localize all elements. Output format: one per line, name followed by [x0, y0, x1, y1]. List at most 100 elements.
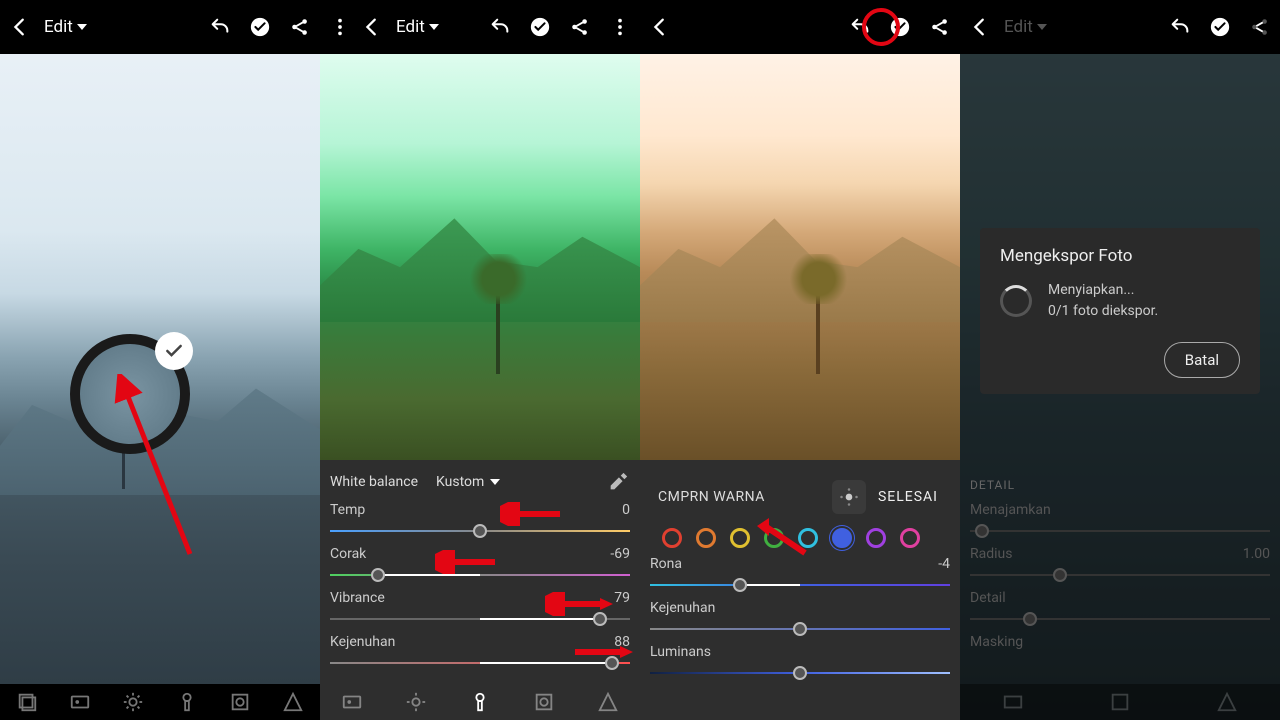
color-chip[interactable] — [866, 528, 886, 548]
color-tool-icon[interactable] — [176, 691, 198, 713]
slider-value: 1.00 — [1243, 546, 1270, 562]
presets-tool-icon — [1002, 691, 1024, 713]
slider-track[interactable] — [330, 522, 630, 540]
slider-label: Kejenuhan — [650, 600, 715, 616]
toolbar: Edit — [0, 0, 320, 54]
color-chip-row — [650, 524, 950, 556]
share-icon — [1248, 15, 1272, 39]
slider-value: 0 — [622, 502, 630, 518]
slider-track[interactable] — [650, 620, 950, 638]
chevron-down-icon — [429, 24, 439, 30]
slider-track — [970, 610, 1270, 628]
share-icon[interactable] — [568, 15, 592, 39]
color-chip[interactable] — [662, 528, 682, 548]
photo-preview[interactable] — [640, 54, 960, 460]
toolbar — [640, 0, 960, 54]
done-button[interactable]: SELESAI — [874, 489, 942, 505]
chevron-down-icon — [490, 479, 500, 485]
slider-track[interactable] — [330, 566, 630, 584]
edit-menu[interactable]: Edit — [40, 17, 91, 37]
more-icon[interactable] — [608, 15, 632, 39]
export-status: Menyiapkan... — [1048, 280, 1158, 301]
slider-track[interactable] — [650, 664, 950, 682]
presets-tool-icon[interactable] — [69, 691, 91, 713]
edit-menu[interactable]: Edit — [392, 17, 443, 37]
color-chip[interactable] — [798, 528, 818, 548]
share-icon[interactable] — [928, 15, 952, 39]
photo-preview[interactable] — [0, 54, 320, 684]
detail-tool-icon[interactable] — [597, 691, 619, 713]
slider-label: Corak — [330, 546, 366, 562]
color-chip[interactable] — [730, 528, 750, 548]
slider-value: -4 — [938, 556, 950, 572]
back-icon[interactable] — [648, 15, 672, 39]
color-panel: White balance Kustom Temp0 Corak-69 Vibr… — [320, 460, 640, 720]
effects-tool-icon[interactable] — [229, 691, 251, 713]
slider-masking: Masking — [970, 634, 1270, 650]
geometry-tool-icon — [1216, 691, 1238, 713]
confirm-icon[interactable] — [248, 15, 272, 39]
slider-label: Menajamkan — [970, 502, 1051, 518]
color-tool-icon[interactable] — [469, 691, 491, 713]
slider-tint: Corak-69 — [330, 546, 630, 584]
detail-tool-icon[interactable] — [282, 691, 304, 713]
undo-icon[interactable] — [488, 15, 512, 39]
pane-1: Edit — [0, 0, 320, 720]
tool-strip — [960, 684, 1280, 720]
slider-track — [970, 522, 1270, 540]
slider-detail: Detail — [970, 590, 1270, 628]
toolbar: Edit — [960, 0, 1280, 54]
slider-saturation: Kejenuhan 88 — [330, 634, 630, 672]
targeted-adjust-button[interactable] — [832, 480, 866, 514]
slider-value: 88 — [614, 634, 630, 650]
back-icon[interactable] — [360, 15, 384, 39]
slider-track[interactable] — [330, 654, 630, 672]
presets-tool-icon[interactable] — [341, 691, 363, 713]
more-icon[interactable] — [328, 15, 352, 39]
confirm-icon — [1208, 15, 1232, 39]
photo-preview[interactable] — [320, 54, 640, 460]
chevron-down-icon — [1037, 24, 1047, 30]
confirm-icon[interactable] — [888, 15, 912, 39]
crop-tool-icon[interactable] — [16, 691, 38, 713]
slider-track[interactable] — [330, 610, 630, 628]
detail-section-label: DETAIL — [970, 478, 1270, 492]
back-icon — [968, 15, 992, 39]
light-tool-icon[interactable] — [405, 691, 427, 713]
edit-menu: Edit — [1000, 17, 1051, 37]
color-chip[interactable] — [696, 528, 716, 548]
back-icon[interactable] — [8, 15, 32, 39]
pane-2: Edit White balance Kustom Temp0 Corak-69 — [320, 0, 640, 720]
share-icon[interactable] — [288, 15, 312, 39]
white-balance-dropdown[interactable]: Kustom — [436, 474, 500, 490]
color-mix-panel: CMPRN WARNA SELESAI Rona-4 Kejenuhan Lum… — [640, 460, 960, 720]
toolbar: Edit — [320, 0, 640, 54]
cancel-button[interactable]: Batal — [1164, 342, 1240, 378]
optics-tool-icon — [1109, 691, 1131, 713]
light-tool-icon[interactable] — [122, 691, 144, 713]
effects-tool-icon[interactable] — [533, 691, 555, 713]
slider-label: Kejenuhan — [330, 634, 395, 650]
wb-picker-confirm[interactable] — [155, 332, 193, 370]
slider-hue: Rona -4 — [650, 556, 950, 594]
slider-label: Luminans — [650, 644, 711, 660]
slider-label: Rona — [650, 556, 682, 572]
color-chip[interactable] — [832, 528, 852, 548]
chevron-down-icon — [77, 24, 87, 30]
slider-label: Radius — [970, 546, 1013, 562]
tool-strip — [0, 684, 320, 720]
slider-radius: Radius 1.00 — [970, 546, 1270, 584]
undo-icon[interactable] — [848, 15, 872, 39]
slider-track — [970, 566, 1270, 584]
export-dialog: Mengekspor Foto Menyiapkan... 0/1 foto d… — [980, 228, 1260, 394]
slider-value: 79 — [614, 590, 630, 606]
confirm-icon[interactable] — [528, 15, 552, 39]
slider-track[interactable] — [650, 576, 950, 594]
slider-label: Temp — [330, 502, 365, 518]
color-chip[interactable] — [900, 528, 920, 548]
eyedropper-icon[interactable] — [606, 470, 630, 494]
color-chip[interactable] — [764, 528, 784, 548]
undo-icon[interactable] — [208, 15, 232, 39]
tool-strip — [320, 684, 640, 720]
slider-sharpen: Menajamkan — [970, 502, 1270, 540]
